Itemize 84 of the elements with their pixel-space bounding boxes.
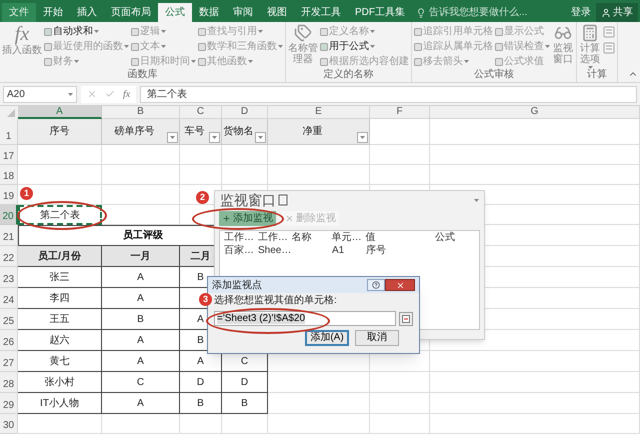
- table-cell-text: 赵六: [50, 334, 70, 348]
- dialog-prompt: 选择您想监视其值的单元格:: [214, 295, 338, 307]
- row-header[interactable]: 21: [0, 225, 18, 246]
- ribbon-tab[interactable]: PDF工具集: [348, 3, 412, 22]
- table-cell-text: 李四: [50, 292, 70, 306]
- dialog-title: 添加监视点: [212, 278, 262, 292]
- list-column-header[interactable]: 值: [365, 230, 436, 245]
- table-cell-text: B: [197, 270, 204, 284]
- group-label: 函数库: [126, 69, 158, 82]
- add-watch-button[interactable]: 添加监视: [219, 211, 276, 226]
- group-label: 计算: [586, 69, 608, 82]
- row-header[interactable]: 22: [0, 246, 18, 267]
- group-label: 定义的名称: [322, 69, 374, 82]
- table-cell-text: C: [136, 376, 144, 390]
- row-header[interactable]: 27: [0, 351, 18, 372]
- table-cell-text: 二月: [190, 250, 210, 264]
- header-cell-text: 磅单序号: [114, 124, 154, 139]
- table-cell-text: A: [137, 334, 144, 348]
- list-column-header[interactable]: 单元…: [332, 230, 366, 245]
- dialog-button[interactable]: 添加(A): [305, 330, 349, 346]
- ribbon-tab[interactable]: 公式: [158, 3, 192, 22]
- table-cell-text: 黄七: [50, 354, 70, 368]
- ribbon-tab[interactable]: 开始: [36, 3, 70, 22]
- name-box[interactable]: A20: [3, 86, 77, 102]
- table-cell-text: B: [241, 396, 248, 410]
- table-cell-text: 王五: [50, 312, 70, 326]
- ribbon-button[interactable]: 用于公式: [320, 39, 409, 54]
- ribbon-button[interactable]: 自动求和: [44, 24, 129, 39]
- table-cell-text: A: [137, 292, 144, 306]
- formula-field[interactable]: 第二个表: [140, 86, 637, 102]
- ribbon-tab[interactable]: 视图: [260, 3, 294, 22]
- table-cell-text: A: [137, 270, 144, 284]
- table-cell-text: D: [240, 376, 248, 390]
- row-header[interactable]: 26: [0, 330, 18, 351]
- table-cell-text: 张三: [50, 270, 70, 284]
- row-header[interactable]: 20: [0, 205, 18, 225]
- table-cell-text: B: [197, 396, 204, 410]
- header-cell-text: 车号: [184, 124, 204, 139]
- row-header[interactable]: 18: [0, 165, 18, 185]
- row-header[interactable]: 1: [0, 119, 18, 145]
- ribbon-tab[interactable]: 数据: [192, 3, 226, 22]
- ribbon-tab[interactable]: 文件: [2, 3, 36, 22]
- share-button[interactable]: 共享: [596, 3, 638, 22]
- watch-list-row[interactable]: 百家… Shee… A1 序号: [220, 244, 479, 257]
- dialog-button[interactable]: 取消: [355, 330, 399, 346]
- table-cell-text: B: [197, 334, 204, 348]
- list-column-header[interactable]: 公式: [435, 230, 475, 245]
- row-header[interactable]: 30: [0, 414, 18, 434]
- header-cell-text: 净重: [302, 124, 322, 139]
- row-header[interactable]: 24: [0, 288, 18, 309]
- table-cell-text: A: [197, 312, 204, 326]
- table-cell-text: A: [137, 396, 144, 410]
- table-cell-text: 第二个表: [40, 208, 80, 222]
- cell-reference-field[interactable]: ='Sheet3 (2)'!$A$20: [214, 311, 396, 326]
- row-header[interactable]: 23: [0, 267, 18, 288]
- row-header[interactable]: 29: [0, 393, 18, 414]
- row-header[interactable]: 25: [0, 309, 18, 330]
- table-cell-text: D: [196, 376, 204, 390]
- function-icon: fx: [14, 24, 30, 44]
- group-label: 公式审核: [473, 69, 515, 82]
- table-cell-text: 员工/月份: [38, 250, 81, 264]
- header-cell-text: 货物名: [224, 125, 254, 139]
- sign-in-link[interactable]: 登录: [566, 3, 596, 22]
- table-cell-text: C: [240, 354, 248, 368]
- table-cell-text: 张小村: [44, 376, 74, 390]
- row-header[interactable]: 28: [0, 372, 18, 393]
- table-cell-text: B: [137, 312, 144, 326]
- ribbon-tab[interactable]: 审阅: [226, 3, 260, 22]
- insert-function-button[interactable]: fx: [123, 86, 130, 102]
- table-cell-text: IT小人物: [40, 396, 79, 410]
- table-cell-text: A: [197, 354, 204, 368]
- column-header[interactable]: A: [18, 106, 102, 119]
- list-column-header[interactable]: 名称: [292, 230, 332, 245]
- table-cell-text: A: [137, 354, 144, 368]
- ribbon-tab[interactable]: 页面布局: [104, 3, 158, 22]
- list-column-header[interactable]: 工作…: [224, 230, 258, 245]
- row-header[interactable]: 17: [0, 145, 18, 165]
- header-cell-text: 序号: [50, 124, 70, 139]
- table-cell-text: 一月: [130, 250, 150, 264]
- row-header[interactable]: 19: [0, 185, 18, 205]
- ribbon-tab[interactable]: 开发工具: [294, 3, 348, 22]
- search-field[interactable]: 告诉我您想要做什么...: [429, 5, 528, 20]
- ribbon-tab[interactable]: 插入: [70, 3, 104, 22]
- watch-window-title: 监视窗口: [220, 192, 276, 208]
